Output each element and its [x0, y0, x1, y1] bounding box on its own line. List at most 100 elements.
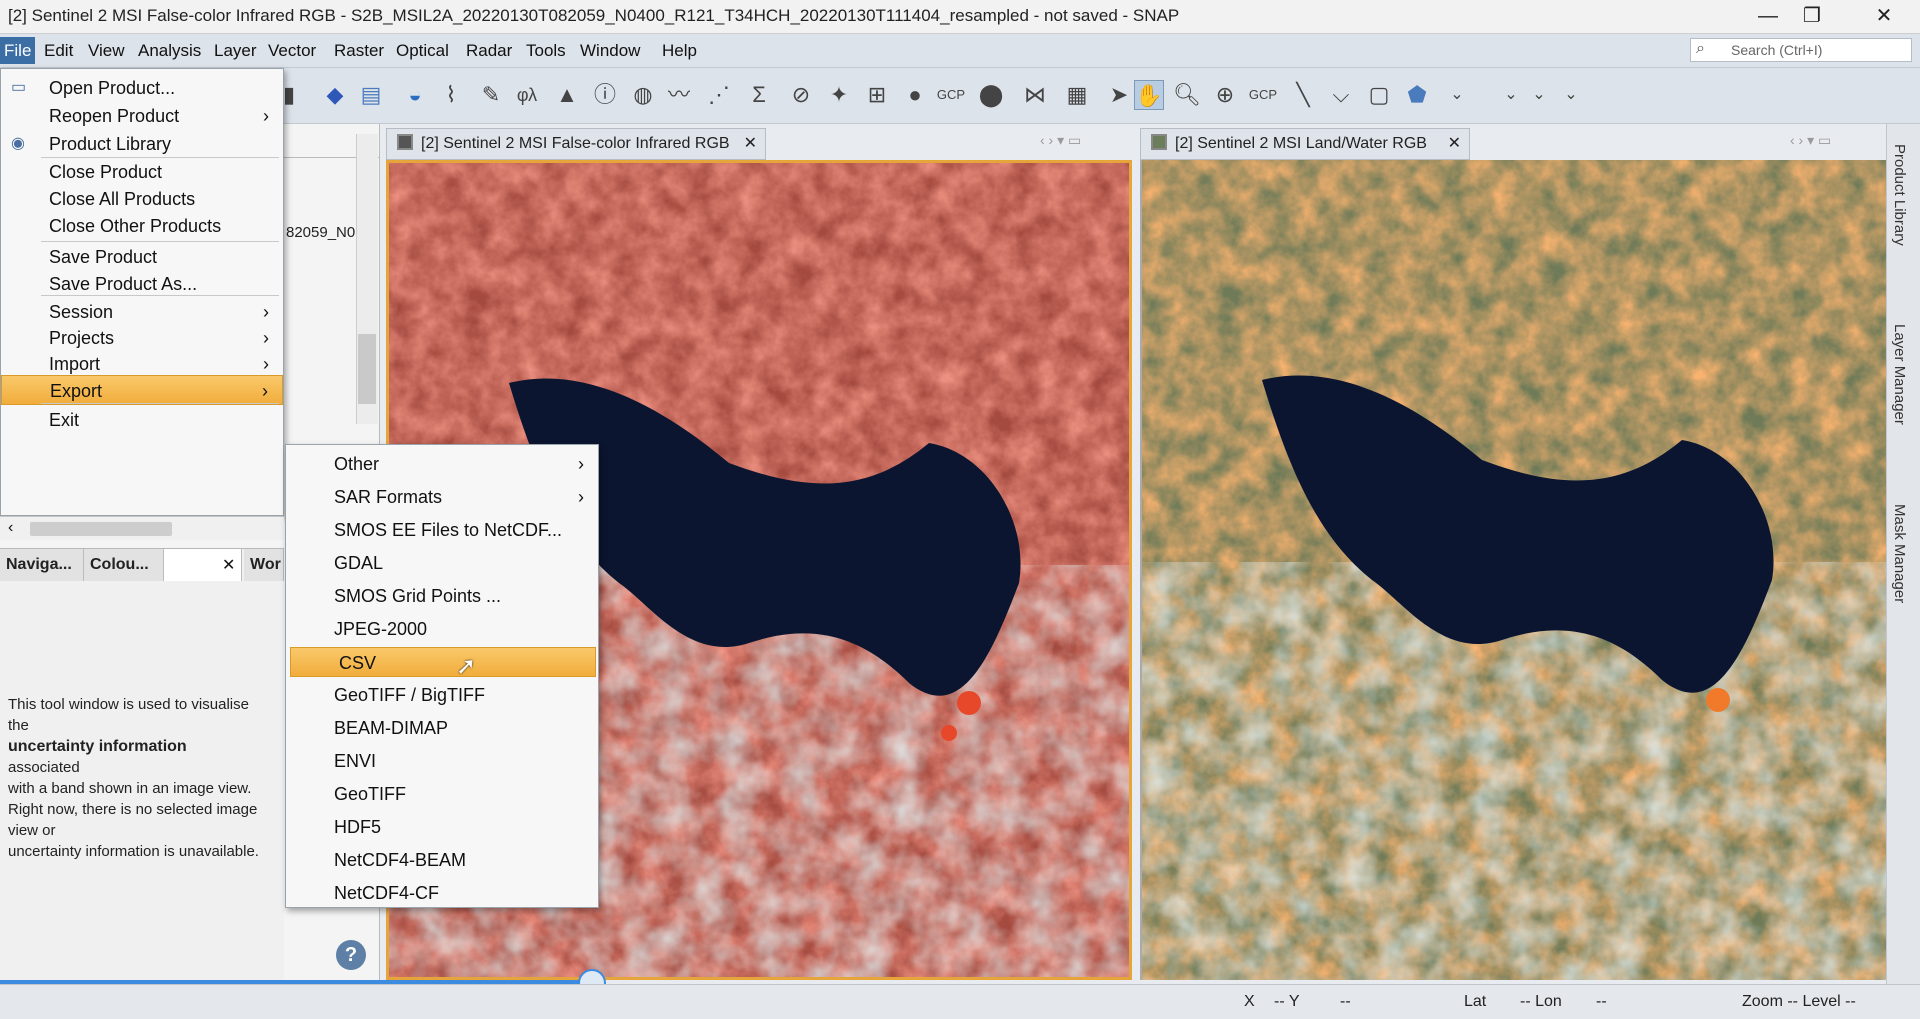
export-menu-item[interactable]: CSV [290, 647, 596, 677]
toolbar-overflow-icon[interactable]: ⌄ [1556, 80, 1586, 110]
export-menu-item[interactable]: GeoTIFF [286, 779, 598, 809]
uncertainty-text-line: associated [8, 759, 80, 776]
product-node-label[interactable]: 82059_N0 [286, 224, 355, 241]
menu-file[interactable]: File [0, 37, 36, 64]
menu-tools[interactable]: Tools [526, 41, 566, 61]
shape-icon[interactable]: ⬟ [1402, 80, 1432, 110]
scatter-icon[interactable]: ⋰ [704, 80, 734, 110]
uncertainty-info-text: This tool window is used to visualise the… [8, 694, 284, 862]
land-water-image-view[interactable] [1140, 160, 1886, 980]
layer-manager-side-tab[interactable]: Layer Manager [1891, 324, 1908, 425]
product-library-side-tab[interactable]: Product Library [1891, 144, 1908, 246]
zoom-plus-icon[interactable]: ⊕ [1210, 80, 1240, 110]
export-menu-item[interactable]: SAR Formats › [286, 482, 598, 512]
export-menu-item[interactable]: BEAM-DIMAP [286, 713, 598, 743]
tab-nav-arrows[interactable]: ‹ › ▾ ▭ [1790, 132, 1831, 149]
rectangle-icon[interactable]: ▢ [1364, 80, 1394, 110]
wave-icon[interactable]: ◒ [400, 80, 430, 110]
menu-layer[interactable]: Layer [214, 41, 257, 61]
restore-button[interactable]: ❐ [1784, 0, 1840, 34]
close-icon[interactable]: ✕ [1448, 129, 1461, 159]
right-sidebar: Product Library Layer Manager Mask Manag… [1886, 124, 1920, 984]
file-menu-item[interactable]: Close Other Products [1, 211, 283, 241]
export-menu-item[interactable]: NetCDF4-BEAM [286, 845, 598, 875]
close-window-button[interactable]: ✕ [1856, 0, 1912, 34]
file-menu-item[interactable]: Export › [1, 375, 283, 405]
menu-edit[interactable]: Edit [44, 41, 73, 61]
histogram-icon[interactable]: ▲ [552, 80, 582, 110]
select-icon[interactable]: ➤ [1104, 80, 1134, 110]
layer-icon[interactable]: ▤ [356, 80, 386, 110]
library-icon: ◉ [11, 135, 25, 152]
graph-icon[interactable]: ⋈ [1020, 80, 1050, 110]
matrix-icon[interactable]: ▦ [1062, 80, 1092, 110]
search-icon: ⌕ [1696, 40, 1705, 57]
export-menu-item[interactable]: NetCDF4-CF [286, 878, 598, 908]
help-icon[interactable]: ? [336, 940, 366, 970]
mask-manager-side-tab[interactable]: Mask Manager [1891, 504, 1908, 603]
menu-window[interactable]: Window [580, 41, 640, 61]
line-icon[interactable]: ╲ [1288, 80, 1318, 110]
menu-raster[interactable]: Raster [334, 41, 384, 61]
zoom-icon[interactable]: 🔍︎ [1172, 80, 1202, 110]
rgb-icon[interactable]: ◆ [320, 80, 350, 110]
polyline-icon[interactable]: ⌵ [1326, 80, 1356, 110]
view-tab-false-color[interactable]: [2] Sentinel 2 MSI False-color Infrared … [386, 128, 766, 160]
file-menu-item[interactable]: Close All Products [1, 184, 283, 214]
file-menu-item[interactable]: Close Product [1, 157, 283, 187]
pencil-icon[interactable]: ✎ [476, 80, 506, 110]
file-menu-item[interactable]: Save Product [1, 242, 283, 272]
export-menu-item[interactable]: SMOS Grid Points ... [286, 581, 598, 611]
tab-navigation[interactable]: Naviga... [0, 549, 84, 581]
menu-vector[interactable]: Vector [268, 41, 316, 61]
menu-help[interactable]: Help [662, 41, 697, 61]
close-icon[interactable]: ✕ [744, 129, 757, 159]
scroll-left-icon[interactable]: ‹ [8, 519, 13, 537]
tab-world-view[interactable]: Wor [244, 549, 284, 581]
uncertainty-text-line: with a band shown in an image view. [8, 780, 252, 797]
export-menu-item[interactable]: HDF5 [286, 812, 598, 842]
file-menu-item[interactable]: Product Library ◉ [1, 129, 283, 159]
search-input[interactable]: Search (Ctrl+I) [1690, 38, 1912, 62]
pin-icon[interactable]: ⬤ [976, 80, 1006, 110]
gcp-plus-icon[interactable]: GCP [1248, 80, 1278, 110]
toolbar-overflow-icon[interactable]: ⌄ [1442, 80, 1472, 110]
menu-item-label: SMOS EE Files to NetCDF... [334, 520, 563, 540]
export-menu-item[interactable]: SMOS EE Files to NetCDF... [286, 515, 598, 545]
file-menu-item[interactable]: Reopen Product › [1, 101, 283, 131]
menu-radar[interactable]: Radar [466, 41, 512, 61]
export-menu-item[interactable]: GeoTIFF / BigTIFF [286, 680, 598, 710]
view-tab-land-water[interactable]: [2] Sentinel 2 MSI Land/Water RGB ✕ [1140, 128, 1470, 160]
menu-view[interactable]: View [88, 41, 125, 61]
spectrum-icon[interactable]: φλ [512, 80, 542, 110]
file-menu-item[interactable]: Exit [1, 405, 283, 435]
scroll-thumb[interactable] [30, 522, 172, 536]
gcp-icon[interactable]: GCP [936, 80, 966, 110]
tab-nav-arrows[interactable]: ‹ › ▾ ▭ [1040, 132, 1081, 149]
mask-icon[interactable]: ● [900, 80, 930, 110]
uncertainty-text-line: This tool window is used to visualise [8, 696, 249, 713]
toolbar-overflow-icon[interactable]: ⌄ [1524, 80, 1554, 110]
tree-scroll-thumb[interactable] [358, 334, 376, 404]
globe-icon[interactable]: ◍ [628, 80, 658, 110]
toolbar: ▮ ◆ ▤ ◒ ⌇ ✎ φλ ▲ ⓘ ◍ 〰 ⋰ Σ ⊘ ✦ ⊞ ● GCP ⬤… [0, 68, 1920, 124]
information-icon[interactable]: ⓘ [590, 80, 620, 110]
status-y: -- Y [1274, 993, 1300, 1010]
plot-icon[interactable]: 〰 [664, 80, 694, 110]
pan-icon[interactable]: ✋ [1134, 80, 1164, 110]
magic-icon[interactable]: ✦ [824, 80, 854, 110]
vector-draw-icon[interactable]: ⌇ [436, 80, 466, 110]
export-menu-item[interactable]: JPEG-2000 [286, 614, 598, 644]
close-icon[interactable]: ✕ [222, 555, 235, 575]
crop-icon[interactable]: ⊘ [786, 80, 816, 110]
toolbar-overflow-icon[interactable]: ⌄ [1496, 80, 1526, 110]
export-menu-item[interactable]: GDAL [286, 548, 598, 578]
menu-optical[interactable]: Optical [396, 41, 449, 61]
export-menu-item[interactable]: ENVI [286, 746, 598, 776]
sum-icon[interactable]: Σ [744, 80, 774, 110]
grid-icon[interactable]: ⊞ [862, 80, 892, 110]
menu-analysis[interactable]: Analysis [138, 41, 201, 61]
tab-colour-manipulation[interactable]: Colou... [84, 549, 164, 581]
export-menu-item[interactable]: Other › [286, 449, 598, 479]
file-menu-item[interactable]: Open Product... ▭ [1, 73, 283, 103]
